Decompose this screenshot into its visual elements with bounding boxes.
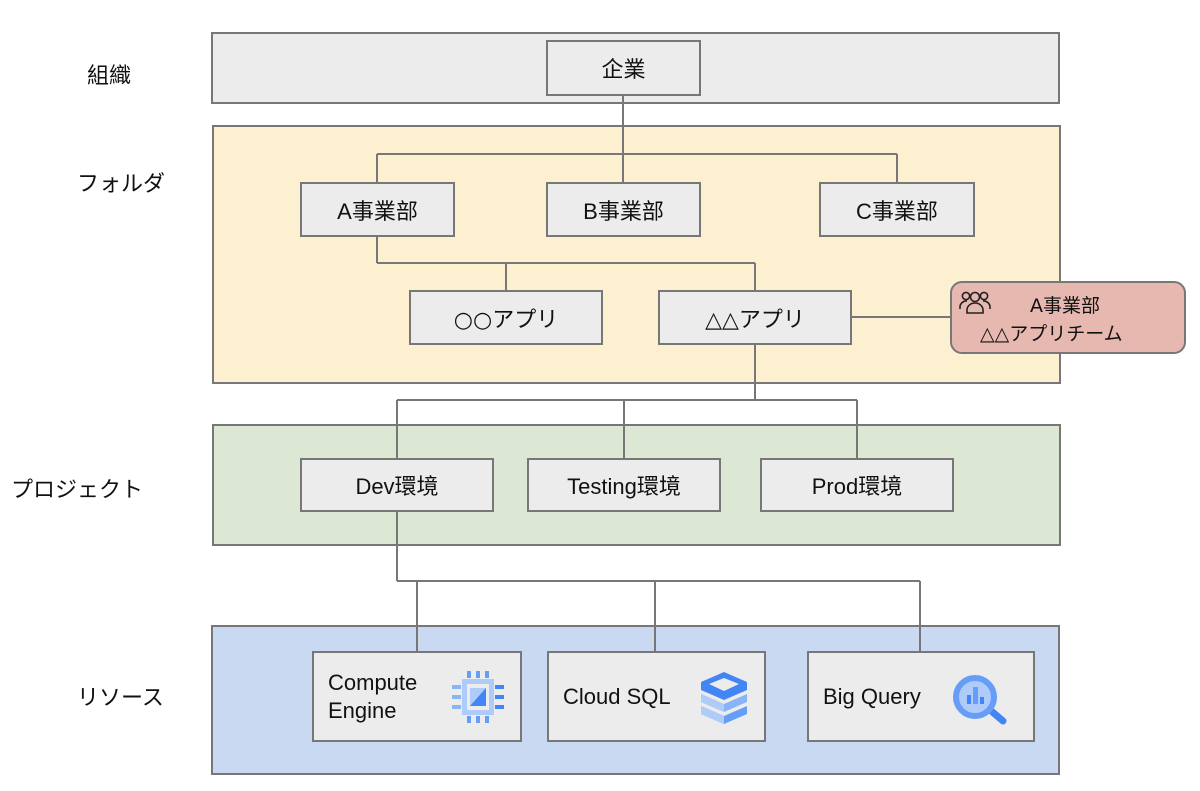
layer-label-folder: フォルダ: [77, 172, 166, 197]
bigquery-icon: [953, 675, 1007, 725]
node-resource-compute-engine-label: Compute Engine: [328, 669, 417, 725]
team-label-team: △△アプリチーム: [980, 323, 1123, 345]
node-division-c[interactable]: C事業部: [819, 182, 975, 237]
node-division-a-label: A事業部: [337, 198, 418, 224]
compute-engine-label-line1: Compute: [328, 669, 418, 695]
node-resource-bigquery-label: Big Query: [823, 683, 921, 709]
node-app-oo-label: ○○アプリ: [453, 307, 559, 333]
node-resource-bigquery[interactable]: Big Query: [807, 651, 1035, 742]
node-resource-cloud-sql[interactable]: Cloud SQL: [547, 651, 766, 742]
node-division-c-label: C事業部: [856, 198, 938, 224]
node-project-testing-label: Testing環境: [567, 474, 681, 499]
layer-label-organization: 組織: [87, 64, 132, 89]
compute-engine-label-line2: Engine: [328, 697, 397, 723]
node-division-b-label: B事業部: [583, 198, 664, 224]
team-label-division: A事業部: [1030, 295, 1100, 317]
node-project-prod[interactable]: Prod環境: [760, 458, 954, 512]
layer-label-resource: リソース: [77, 686, 164, 711]
team-box[interactable]: A事業部 △△アプリチーム: [950, 281, 1186, 354]
node-project-prod-label: Prod環境: [811, 474, 903, 499]
node-project-dev-label: Dev環境: [355, 474, 439, 499]
node-organization-label: 企業: [601, 58, 646, 83]
node-organization[interactable]: 企業: [546, 40, 701, 96]
node-app-oo[interactable]: ○○アプリ: [409, 290, 603, 345]
folder-panel: [212, 125, 1061, 384]
group-icon: [959, 291, 991, 314]
node-project-testing[interactable]: Testing環境: [527, 458, 721, 512]
node-app-triangle-label: △△アプリ: [705, 307, 805, 333]
node-resource-compute-engine[interactable]: Compute Engine: [312, 651, 522, 742]
node-division-a[interactable]: A事業部: [300, 182, 455, 237]
node-resource-cloud-sql-label: Cloud SQL: [563, 683, 671, 709]
layer-label-project: プロジェクト: [11, 478, 144, 503]
node-division-b[interactable]: B事業部: [546, 182, 701, 237]
cloud-sql-icon: [701, 672, 747, 724]
compute-engine-icon: [452, 671, 504, 723]
node-app-triangle[interactable]: △△アプリ: [658, 290, 852, 345]
node-project-dev[interactable]: Dev環境: [300, 458, 494, 512]
